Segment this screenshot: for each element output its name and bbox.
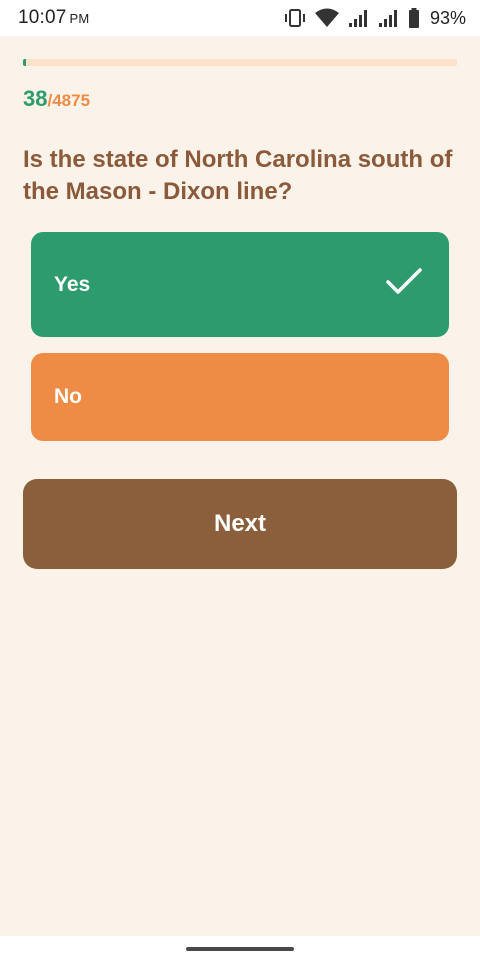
wifi-icon [314,8,340,28]
battery-percent: 93% [429,7,466,28]
answer-label: Yes [54,272,91,296]
signal-icon [378,8,400,28]
clock-ampm: PM [69,11,90,26]
answer-label: No [54,385,82,408]
clock-time: 10:07 [18,7,67,28]
question-text: Is the state of North Carolina south of … [23,146,453,205]
signal-icon [348,8,370,28]
progress-fill [23,59,27,66]
vibrate-icon [284,9,306,27]
next-button[interactable]: Next [23,479,457,569]
next-button-label: Next [213,510,267,537]
checkmark-icon [386,267,422,302]
answer-option-yes[interactable]: Yes [31,232,449,337]
status-time: 10:07 PM [18,7,89,29]
progress-bar [23,59,457,66]
status-icons: 93% [284,6,466,30]
quiz-screen: 38/4875 Is the state of North Carolina s… [0,36,480,936]
total-questions: /4875 [47,91,91,110]
status-bar: 10:07 PM 93% [0,0,480,36]
answer-option-no[interactable]: No [31,353,449,441]
navigation-bar [0,936,480,960]
question-counter: 38/4875 [23,86,90,112]
battery-icon [408,8,420,28]
current-question-number: 38 [23,86,48,111]
home-indicator[interactable] [186,947,294,951]
